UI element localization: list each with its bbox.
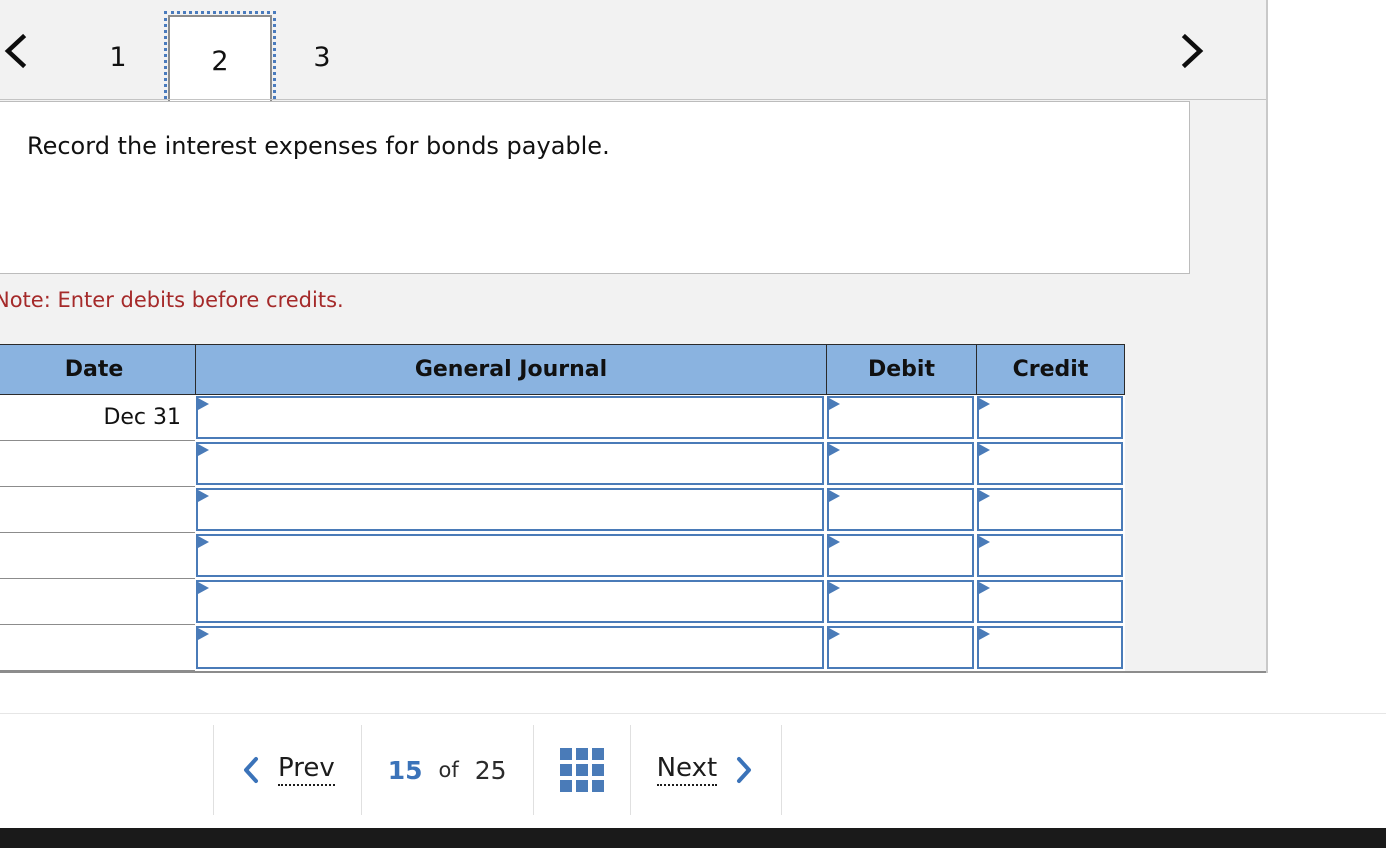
panel-right-divider <box>1266 0 1268 673</box>
table-header-row: Date General Journal Debit Credit <box>0 344 1125 395</box>
current-page-number: 15 <box>387 755 423 785</box>
worksheet-panel: 1 2 3 Record the interest expenses for b… <box>0 0 1268 673</box>
table-row <box>0 533 1125 579</box>
cell-debit[interactable] <box>826 579 976 625</box>
general-journal-select-5[interactable] <box>196 580 824 623</box>
debit-input-2[interactable] <box>827 442 974 485</box>
credit-input-4[interactable] <box>977 534 1123 577</box>
cell-date <box>0 441 195 487</box>
total-pages-number: 25 <box>474 755 507 785</box>
tab-requirement-1[interactable]: 1 <box>82 14 154 100</box>
grid-cell <box>559 780 572 792</box>
cell-credit[interactable] <box>976 487 1125 533</box>
grid-view-icon[interactable] <box>559 748 604 792</box>
general-journal-select-4[interactable] <box>196 534 824 577</box>
column-header-credit: Credit <box>976 344 1125 395</box>
cell-debit[interactable] <box>826 487 976 533</box>
app-root: 1 2 3 Record the interest expenses for b… <box>0 0 1386 848</box>
credit-input-1[interactable] <box>977 396 1123 439</box>
cell-general-journal[interactable] <box>195 533 826 579</box>
prev-page-button[interactable]: Prev <box>213 725 361 815</box>
table-row <box>0 487 1125 533</box>
grid-cell <box>559 764 572 776</box>
debit-input-1[interactable] <box>827 396 974 439</box>
cell-debit[interactable] <box>826 395 976 441</box>
general-journal-select-6[interactable] <box>196 626 824 669</box>
debit-input-3[interactable] <box>827 488 974 531</box>
grid-cell <box>591 764 604 776</box>
grid-cell <box>575 748 588 760</box>
grid-cell <box>559 748 572 760</box>
debit-input-5[interactable] <box>827 580 974 623</box>
cell-date <box>0 487 195 533</box>
browser-bottom-bar <box>0 828 1386 848</box>
cell-credit[interactable] <box>976 395 1125 441</box>
cell-debit[interactable] <box>826 441 976 487</box>
cell-credit[interactable] <box>976 533 1125 579</box>
pagination-bar: Prev 15 of 25 Next <box>213 725 783 815</box>
tab-requirement-2-label: 2 <box>211 46 229 77</box>
credit-input-3[interactable] <box>977 488 1123 531</box>
grid-cell <box>575 764 588 776</box>
chevron-left-icon <box>244 757 258 783</box>
cell-general-journal[interactable] <box>195 395 826 441</box>
tab-requirement-3[interactable]: 3 <box>286 14 358 100</box>
tab-prev-chevron-button[interactable] <box>0 28 38 74</box>
cell-credit[interactable] <box>976 579 1125 625</box>
tab-next-chevron-button[interactable] <box>1170 28 1214 74</box>
credit-input-2[interactable] <box>977 442 1123 485</box>
general-journal-select-3[interactable] <box>196 488 824 531</box>
debit-input-4[interactable] <box>827 534 974 577</box>
cell-date: Dec 31 <box>0 395 195 441</box>
requirement-prompt-box: Record the interest expenses for bonds p… <box>0 101 1190 274</box>
general-journal-table: Date General Journal Debit Credit Dec 31 <box>0 344 1125 671</box>
tab-requirement-3-label: 3 <box>313 41 331 73</box>
tab-requirement-1-label: 1 <box>109 41 127 73</box>
column-header-general-journal: General Journal <box>195 344 826 395</box>
cell-general-journal[interactable] <box>195 579 826 625</box>
cell-date <box>0 579 195 625</box>
chevron-right-icon <box>737 757 752 783</box>
pager-top-divider <box>0 713 1386 714</box>
chevron-right-icon <box>1181 33 1204 69</box>
cell-date <box>0 625 195 671</box>
table-row: Dec 31 <box>0 395 1125 441</box>
debit-input-6[interactable] <box>827 626 974 669</box>
debits-before-credits-note: Note: Enter debits before credits. <box>0 288 344 312</box>
table-row <box>0 579 1125 625</box>
cell-debit[interactable] <box>826 625 976 671</box>
next-chevron-icon <box>733 755 755 785</box>
table-row <box>0 625 1125 671</box>
tab-requirement-2[interactable]: 2 <box>164 11 276 112</box>
cell-credit[interactable] <box>976 441 1125 487</box>
requirement-tab-strip: 1 2 3 <box>0 0 1268 112</box>
grid-view-button[interactable] <box>532 725 630 815</box>
prev-chevron-icon <box>240 755 262 785</box>
general-journal-select-1[interactable] <box>196 396 824 439</box>
column-header-debit: Debit <box>826 344 976 395</box>
page-of-label: of <box>438 758 459 782</box>
prev-page-label[interactable]: Prev <box>278 754 335 786</box>
requirement-prompt-text: Record the interest expenses for bonds p… <box>27 132 610 160</box>
grid-cell <box>591 780 604 792</box>
tab-strip-divider <box>0 99 1268 100</box>
credit-input-5[interactable] <box>977 580 1123 623</box>
grid-cell <box>575 780 588 792</box>
cell-general-journal[interactable] <box>195 441 826 487</box>
column-header-date: Date <box>0 344 195 395</box>
next-page-label[interactable]: Next <box>656 754 718 786</box>
page-indicator: 15 of 25 <box>360 725 533 815</box>
cell-date <box>0 533 195 579</box>
general-journal-select-2[interactable] <box>196 442 824 485</box>
cell-general-journal[interactable] <box>195 625 826 671</box>
panel-bottom-edge <box>0 671 1268 673</box>
grid-cell <box>591 748 604 760</box>
chevron-left-icon <box>4 33 27 69</box>
cell-credit[interactable] <box>976 625 1125 671</box>
cell-debit[interactable] <box>826 533 976 579</box>
credit-input-6[interactable] <box>977 626 1123 669</box>
table-row <box>0 441 1125 487</box>
cell-general-journal[interactable] <box>195 487 826 533</box>
next-page-button[interactable]: Next <box>629 725 783 815</box>
